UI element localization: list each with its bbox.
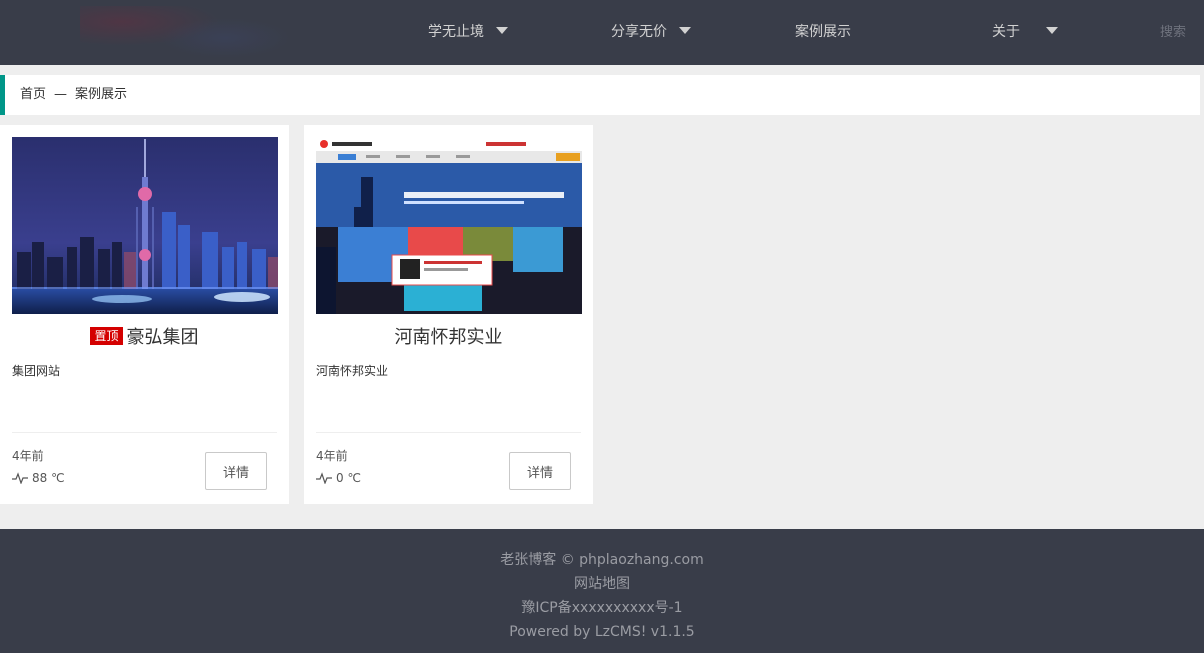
case-description: 河南怀邦实业 <box>316 364 389 378</box>
breadcrumb-current: 案例展示 <box>75 87 128 102</box>
case-heat: 0 ℃ <box>316 471 361 485</box>
case-thumbnail-image[interactable] <box>316 137 582 314</box>
footer-copyright[interactable]: 老张博客 © phplaozhang.com <box>0 548 1204 572</box>
nav-item-label: 分享无价 <box>611 24 667 40</box>
top-nav-bar: 学无止境 分享无价 案例展示 关于 搜索 <box>0 0 1204 65</box>
nav-item-cases[interactable]: 案例展示 <box>795 0 851 65</box>
city-skyline-image <box>12 137 278 314</box>
nav-item-label: 案例展示 <box>795 24 851 40</box>
breadcrumb-separator: — <box>54 87 68 102</box>
logo-shape <box>160 18 290 58</box>
details-button[interactable]: 详情 <box>205 452 267 490</box>
case-time: 4年前 <box>316 449 348 463</box>
breadcrumb-home-link[interactable]: 首页 <box>20 87 46 102</box>
case-card: 河南怀邦实业 河南怀邦实业 4年前 0 ℃ 详情 <box>304 125 593 504</box>
website-screenshot-image <box>316 137 582 314</box>
caret-down-icon <box>1046 26 1059 34</box>
search-button[interactable]: 搜索 <box>1160 0 1186 65</box>
case-description: 集团网站 <box>12 364 61 378</box>
case-title[interactable]: 置顶 豪弘集团 <box>0 325 289 351</box>
case-heat: 88 ℃ <box>12 471 65 485</box>
nav-item-share[interactable]: 分享无价 <box>611 0 692 65</box>
site-footer: 老张博客 © phplaozhang.com 网站地图 豫ICP备xxxxxxx… <box>0 529 1204 653</box>
nav-item-about[interactable]: 关于 <box>992 0 1059 65</box>
pulse-icon <box>12 472 28 484</box>
case-thumbnail-image[interactable] <box>12 137 278 314</box>
caret-down-icon <box>679 26 692 34</box>
footer-powered-by[interactable]: Powered by LzCMS! v1.1.5 <box>0 620 1204 644</box>
case-card: 置顶 豪弘集团 集团网站 4年前 88 ℃ 详情 <box>0 125 289 504</box>
footer-sitemap-link[interactable]: 网站地图 <box>0 572 1204 596</box>
card-divider <box>12 432 277 433</box>
case-heat-value: 0 ℃ <box>336 471 361 485</box>
footer-icp[interactable]: 豫ICP备xxxxxxxxxx号-1 <box>0 596 1204 620</box>
nav-item-study[interactable]: 学无止境 <box>428 0 509 65</box>
nav-item-label: 学无止境 <box>428 24 484 40</box>
details-button[interactable]: 详情 <box>509 452 571 490</box>
pinned-badge: 置顶 <box>90 327 123 345</box>
case-title-text: 豪弘集团 <box>126 327 199 348</box>
card-divider <box>316 432 581 433</box>
breadcrumb: 首页 — 案例展示 <box>0 75 1200 115</box>
site-logo[interactable] <box>70 0 290 65</box>
pulse-icon <box>316 472 332 484</box>
nav-item-label: 关于 <box>992 24 1020 40</box>
caret-down-icon <box>496 26 509 34</box>
case-title[interactable]: 河南怀邦实业 <box>304 325 593 351</box>
case-title-text: 河南怀邦实业 <box>394 327 503 348</box>
case-time: 4年前 <box>12 449 44 463</box>
case-heat-value: 88 ℃ <box>32 471 65 485</box>
